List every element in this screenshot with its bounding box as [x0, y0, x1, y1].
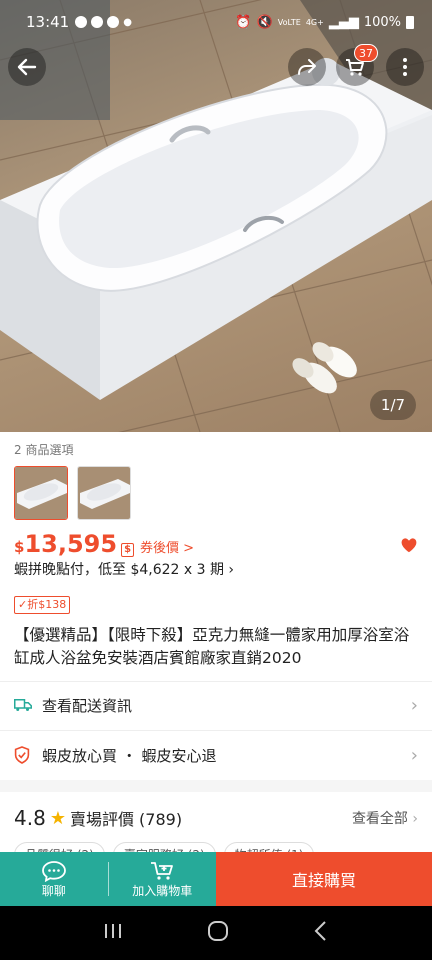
shield-icon	[14, 746, 34, 764]
chevron-right-icon: ›	[410, 694, 418, 716]
cart-count-badge: 37	[354, 44, 378, 62]
more-options-button[interactable]	[386, 48, 424, 86]
bathtub-thumbnail	[78, 467, 130, 519]
home-button[interactable]	[207, 920, 229, 946]
discount-tag-label: 折$138	[27, 598, 67, 611]
app-notification-icon	[75, 16, 88, 28]
system-nav-bar	[0, 906, 432, 960]
share-button[interactable]	[288, 48, 326, 86]
arrow-left-icon	[17, 58, 37, 76]
chat-button[interactable]: 聊聊	[0, 852, 108, 906]
product-page: { "status": { "time": "13:41", "net_labe…	[0, 0, 432, 960]
truck-icon	[14, 698, 34, 712]
product-title: 【優選精品】【限時下殺】亞克力無縫一體家用加厚浴室浴缸成人浴盆免安裝酒店賓館廠家…	[14, 626, 410, 667]
secondary-actions: 聊聊 加入購物車	[0, 852, 216, 906]
minus-notification-icon	[91, 16, 104, 28]
coin-icon: $	[121, 543, 135, 557]
price-amount: 13,595	[24, 530, 118, 558]
recent-apps-icon	[104, 924, 121, 938]
chat-label: 聊聊	[41, 883, 66, 898]
share-icon	[298, 59, 316, 75]
shop-rating-row[interactable]: 4.8 ★ 賣場評價 (789) 查看全部 ›	[14, 806, 418, 830]
home-icon	[207, 921, 228, 941]
chevron-left-icon	[314, 921, 327, 941]
signal-icon: ▂▄▆	[328, 14, 359, 30]
mute-icon: 🔇	[256, 14, 273, 30]
check-icon: ✓	[18, 598, 28, 611]
bag-notification-icon	[107, 16, 120, 28]
back-button[interactable]	[8, 48, 46, 86]
star-icon: ★	[49, 807, 66, 829]
status-right: ⏰ 🔇 VoLTE 4G+ ▂▄▆ 100%	[235, 15, 414, 30]
installment-info[interactable]: 蝦拼晚點付，低至 $4,622 x 3 期 ›	[14, 559, 234, 579]
chat-icon	[41, 860, 66, 882]
discount-tag: ✓折$138	[14, 596, 71, 614]
alarm-icon: ⏰	[235, 14, 252, 30]
battery-percent: 100%	[363, 14, 401, 30]
options-label: 2 商品選項	[14, 443, 74, 457]
price-currency: $	[14, 538, 25, 556]
product-image[interactable]: 13:41 ● ⏰ 🔇 VoLTE 4G+ ▂▄▆ 100% 37 1/7	[0, 0, 432, 432]
more-dot-icon: ●	[123, 16, 132, 28]
rating-score: 4.8	[14, 806, 46, 830]
price-row: $ 13,595 $ 券後價 >	[14, 530, 194, 558]
buy-now-label: 直接購買	[291, 871, 356, 890]
add-cart-icon	[151, 861, 174, 880]
guarantee-row[interactable]: 蝦皮放心買 ・ 蝦皮安心退 ›	[0, 731, 432, 779]
buy-now-button[interactable]: 直接購買	[216, 852, 432, 906]
heart-icon	[401, 538, 417, 553]
guarantee-label: 蝦皮放心買 ・ 蝦皮安心退	[42, 746, 217, 765]
bottom-action-bar: 聊聊 加入購物車 直接購買	[0, 852, 432, 906]
coupon-price-link[interactable]: 券後價 >	[140, 537, 194, 556]
recent-apps-button[interactable]	[102, 922, 124, 944]
see-all-link[interactable]: 查看全部 ›	[352, 808, 418, 828]
chevron-right-icon: ›	[410, 744, 418, 766]
section-gap	[0, 780, 432, 792]
volte-label: VoLTE	[277, 17, 301, 27]
see-all-label: 查看全部	[351, 811, 408, 827]
option-thumbnail-2[interactable]	[77, 466, 131, 520]
rating-label: 賣場評價 (789)	[69, 810, 183, 829]
bathtub-thumbnail	[15, 467, 67, 519]
status-time: 13:41	[26, 13, 70, 31]
shipping-info-label: 查看配送資訊	[42, 696, 133, 715]
more-vertical-icon	[403, 58, 407, 76]
add-to-cart-button[interactable]: 加入購物車	[109, 852, 217, 906]
shipping-info-row[interactable]: 查看配送資訊 ›	[0, 681, 432, 729]
option-thumbnail-1[interactable]	[14, 466, 68, 520]
network-label: 4G+	[305, 17, 324, 27]
battery-icon	[406, 15, 414, 29]
notification-icons: ●	[75, 16, 132, 28]
chevron-right-icon: ›	[412, 811, 418, 827]
like-button[interactable]	[400, 537, 418, 557]
image-counter: 1/7	[370, 390, 416, 420]
system-back-button[interactable]	[312, 920, 330, 946]
add-to-cart-label: 加入購物車	[132, 883, 193, 898]
cart-button[interactable]: 37	[336, 44, 378, 86]
status-bar: 13:41 ● ⏰ 🔇 VoLTE 4G+ ▂▄▆ 100%	[0, 0, 432, 44]
